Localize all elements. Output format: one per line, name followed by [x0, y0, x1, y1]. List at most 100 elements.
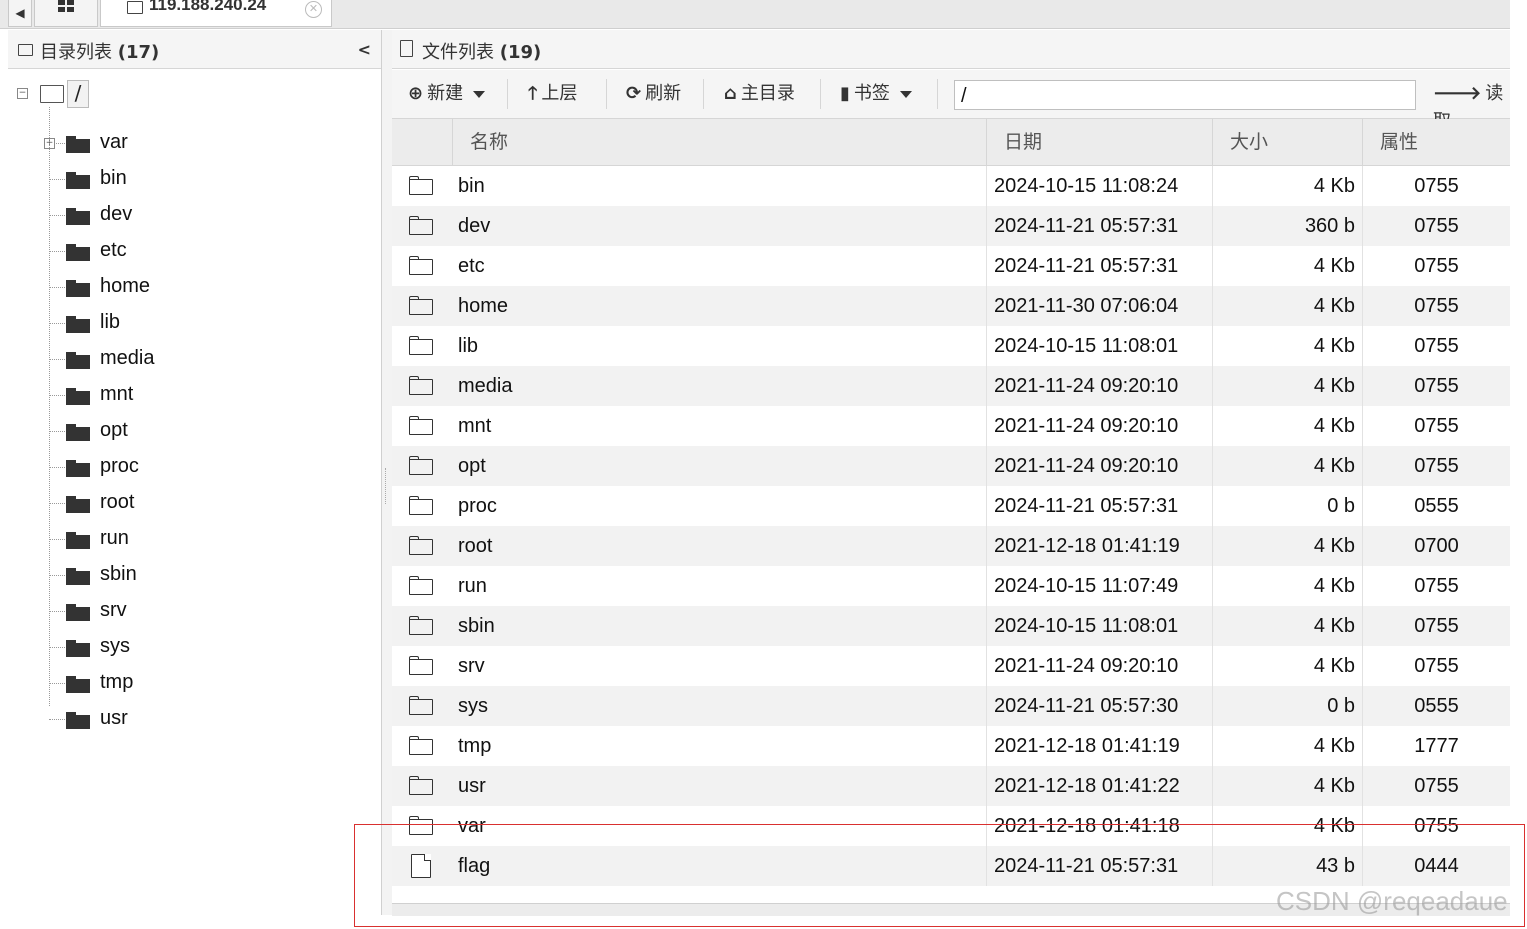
- cell-attr[interactable]: 0755: [1362, 606, 1510, 646]
- cell-attr[interactable]: 0755: [1362, 806, 1510, 846]
- tab-scroll-left-button[interactable]: ◀: [8, 0, 32, 27]
- cell-size: 4 Kb: [1212, 806, 1360, 846]
- host-tab[interactable]: 119.188.240.24 ✕: [100, 0, 332, 27]
- bookmark-button[interactable]: ▮ 书签: [840, 80, 912, 108]
- table-row[interactable]: opt 2021-11-24 09:20:10 4 Kb 0755: [392, 446, 1510, 486]
- cell-attr[interactable]: 0555: [1362, 686, 1510, 726]
- cell-attr[interactable]: 0755: [1362, 286, 1510, 326]
- splitter-grip[interactable]: [385, 468, 389, 504]
- file-panel-header: 文件列表 (19): [392, 30, 1510, 69]
- table-row[interactable]: bin 2024-10-15 11:08:24 4 Kb 0755: [392, 166, 1510, 206]
- table-row[interactable]: run 2024-10-15 11:07:49 4 Kb 0755: [392, 566, 1510, 606]
- tree-item-run[interactable]: run: [49, 522, 369, 558]
- table-row[interactable]: proc 2024-11-21 05:57:31 0 b 0555: [392, 486, 1510, 526]
- folder-icon: [66, 676, 90, 693]
- cell-size: 4 Kb: [1212, 526, 1360, 566]
- tree-item-label: lib: [100, 311, 121, 333]
- table-row[interactable]: dev 2024-11-21 05:57:31 360 b 0755: [392, 206, 1510, 246]
- cell-attr[interactable]: 0755: [1362, 166, 1510, 206]
- cell-size: 4 Kb: [1212, 446, 1360, 486]
- table-row[interactable]: srv 2021-11-24 09:20:10 4 Kb 0755: [392, 646, 1510, 686]
- cell-attr[interactable]: 0755: [1362, 646, 1510, 686]
- tree-item-dev[interactable]: dev: [49, 198, 369, 234]
- cell-name[interactable]: flag: [458, 846, 978, 886]
- table-row[interactable]: mnt 2021-11-24 09:20:10 4 Kb 0755: [392, 406, 1510, 446]
- cell-name[interactable]: dev: [458, 206, 978, 246]
- tree-item-bin[interactable]: bin: [49, 162, 369, 198]
- up-button[interactable]: 🡑 上层: [528, 80, 577, 108]
- cell-name[interactable]: usr: [458, 766, 978, 806]
- close-tab-icon[interactable]: ✕: [305, 1, 322, 18]
- cell-name[interactable]: bin: [458, 166, 978, 206]
- cell-name[interactable]: proc: [458, 486, 978, 526]
- table-row[interactable]: usr 2021-12-18 01:41:22 4 Kb 0755: [392, 766, 1510, 806]
- cell-name[interactable]: run: [458, 566, 978, 606]
- cell-attr[interactable]: 0755: [1362, 406, 1510, 446]
- tree-item-etc[interactable]: etc: [49, 234, 369, 270]
- tree-item-var[interactable]: + var: [44, 126, 369, 162]
- cell-name[interactable]: sys: [458, 686, 978, 726]
- new-button[interactable]: ⊕ 新建: [408, 80, 486, 108]
- tree-item-srv[interactable]: srv: [49, 594, 369, 630]
- tree-item-proc[interactable]: proc: [49, 450, 369, 486]
- home-grid-button[interactable]: [34, 0, 98, 27]
- table-row[interactable]: sys 2024-11-21 05:57:30 0 b 0555: [392, 686, 1510, 726]
- folder-icon: [409, 776, 433, 795]
- table-row[interactable]: var 2021-12-18 01:41:18 4 Kb 0755: [392, 806, 1510, 846]
- cell-name[interactable]: sbin: [458, 606, 978, 646]
- cell-attr[interactable]: 0755: [1362, 366, 1510, 406]
- cell-name[interactable]: tmp: [458, 726, 978, 766]
- tree-item-sbin[interactable]: sbin: [49, 558, 369, 594]
- cell-attr[interactable]: 0555: [1362, 486, 1510, 526]
- collapse-panel-icon[interactable]: <: [358, 40, 371, 59]
- cell-attr[interactable]: 0755: [1362, 206, 1510, 246]
- tree-item-tmp[interactable]: tmp: [49, 666, 369, 702]
- cell-name[interactable]: opt: [458, 446, 978, 486]
- refresh-button[interactable]: ⟳ 刷新: [626, 80, 681, 108]
- table-row[interactable]: flag 2024-11-21 05:57:31 43 b 0444: [392, 846, 1510, 886]
- table-row[interactable]: home 2021-11-30 07:06:04 4 Kb 0755: [392, 286, 1510, 326]
- cell-name[interactable]: root: [458, 526, 978, 566]
- cell-attr[interactable]: 0755: [1362, 566, 1510, 606]
- cell-name[interactable]: mnt: [458, 406, 978, 446]
- tree-item-sys[interactable]: sys: [49, 630, 369, 666]
- tree-item-opt[interactable]: opt: [49, 414, 369, 450]
- cell-attr[interactable]: 0755: [1362, 766, 1510, 806]
- tree-item-home[interactable]: home: [49, 270, 369, 306]
- cell-name[interactable]: var: [458, 806, 978, 846]
- root-collapse-toggle[interactable]: −: [17, 88, 28, 99]
- tree-item-lib[interactable]: lib: [49, 306, 369, 342]
- cell-attr[interactable]: 0755: [1362, 326, 1510, 366]
- cell-attr[interactable]: 0444: [1362, 846, 1510, 886]
- folder-icon: [66, 712, 90, 729]
- cell-name[interactable]: lib: [458, 326, 978, 366]
- column-header-attr[interactable]: 属性: [1362, 119, 1510, 165]
- cell-name[interactable]: srv: [458, 646, 978, 686]
- column-header-size[interactable]: 大小: [1212, 119, 1362, 165]
- column-header-name[interactable]: 名称: [452, 119, 986, 165]
- tree-item-media[interactable]: media: [49, 342, 369, 378]
- cell-attr[interactable]: 0755: [1362, 446, 1510, 486]
- tree-item-mnt[interactable]: mnt: [49, 378, 369, 414]
- table-row[interactable]: lib 2024-10-15 11:08:01 4 Kb 0755: [392, 326, 1510, 366]
- table-row[interactable]: sbin 2024-10-15 11:08:01 4 Kb 0755: [392, 606, 1510, 646]
- cell-attr[interactable]: 0700: [1362, 526, 1510, 566]
- tree-item-root[interactable]: root: [49, 486, 369, 522]
- column-header-date[interactable]: 日期: [986, 119, 1212, 165]
- tree-guide-line: [49, 179, 65, 180]
- tree-root-label[interactable]: /: [67, 80, 89, 108]
- table-row[interactable]: media 2021-11-24 09:20:10 4 Kb 0755: [392, 366, 1510, 406]
- home-dir-button[interactable]: ⌂ 主目录: [724, 80, 795, 108]
- cell-name[interactable]: etc: [458, 246, 978, 286]
- read-button[interactable]: 🡒读取: [1433, 80, 1510, 132]
- tree-item-usr[interactable]: usr: [49, 702, 369, 738]
- table-row[interactable]: tmp 2021-12-18 01:41:19 4 Kb 1777: [392, 726, 1510, 766]
- path-input[interactable]: /: [954, 80, 1416, 110]
- cell-attr[interactable]: 1777: [1362, 726, 1510, 766]
- table-row[interactable]: root 2021-12-18 01:41:19 4 Kb 0700: [392, 526, 1510, 566]
- table-row[interactable]: etc 2024-11-21 05:57:31 4 Kb 0755: [392, 246, 1510, 286]
- file-grid-header: 名称 日期 大小 属性: [392, 119, 1510, 166]
- cell-attr[interactable]: 0755: [1362, 246, 1510, 286]
- cell-name[interactable]: media: [458, 366, 978, 406]
- cell-name[interactable]: home: [458, 286, 978, 326]
